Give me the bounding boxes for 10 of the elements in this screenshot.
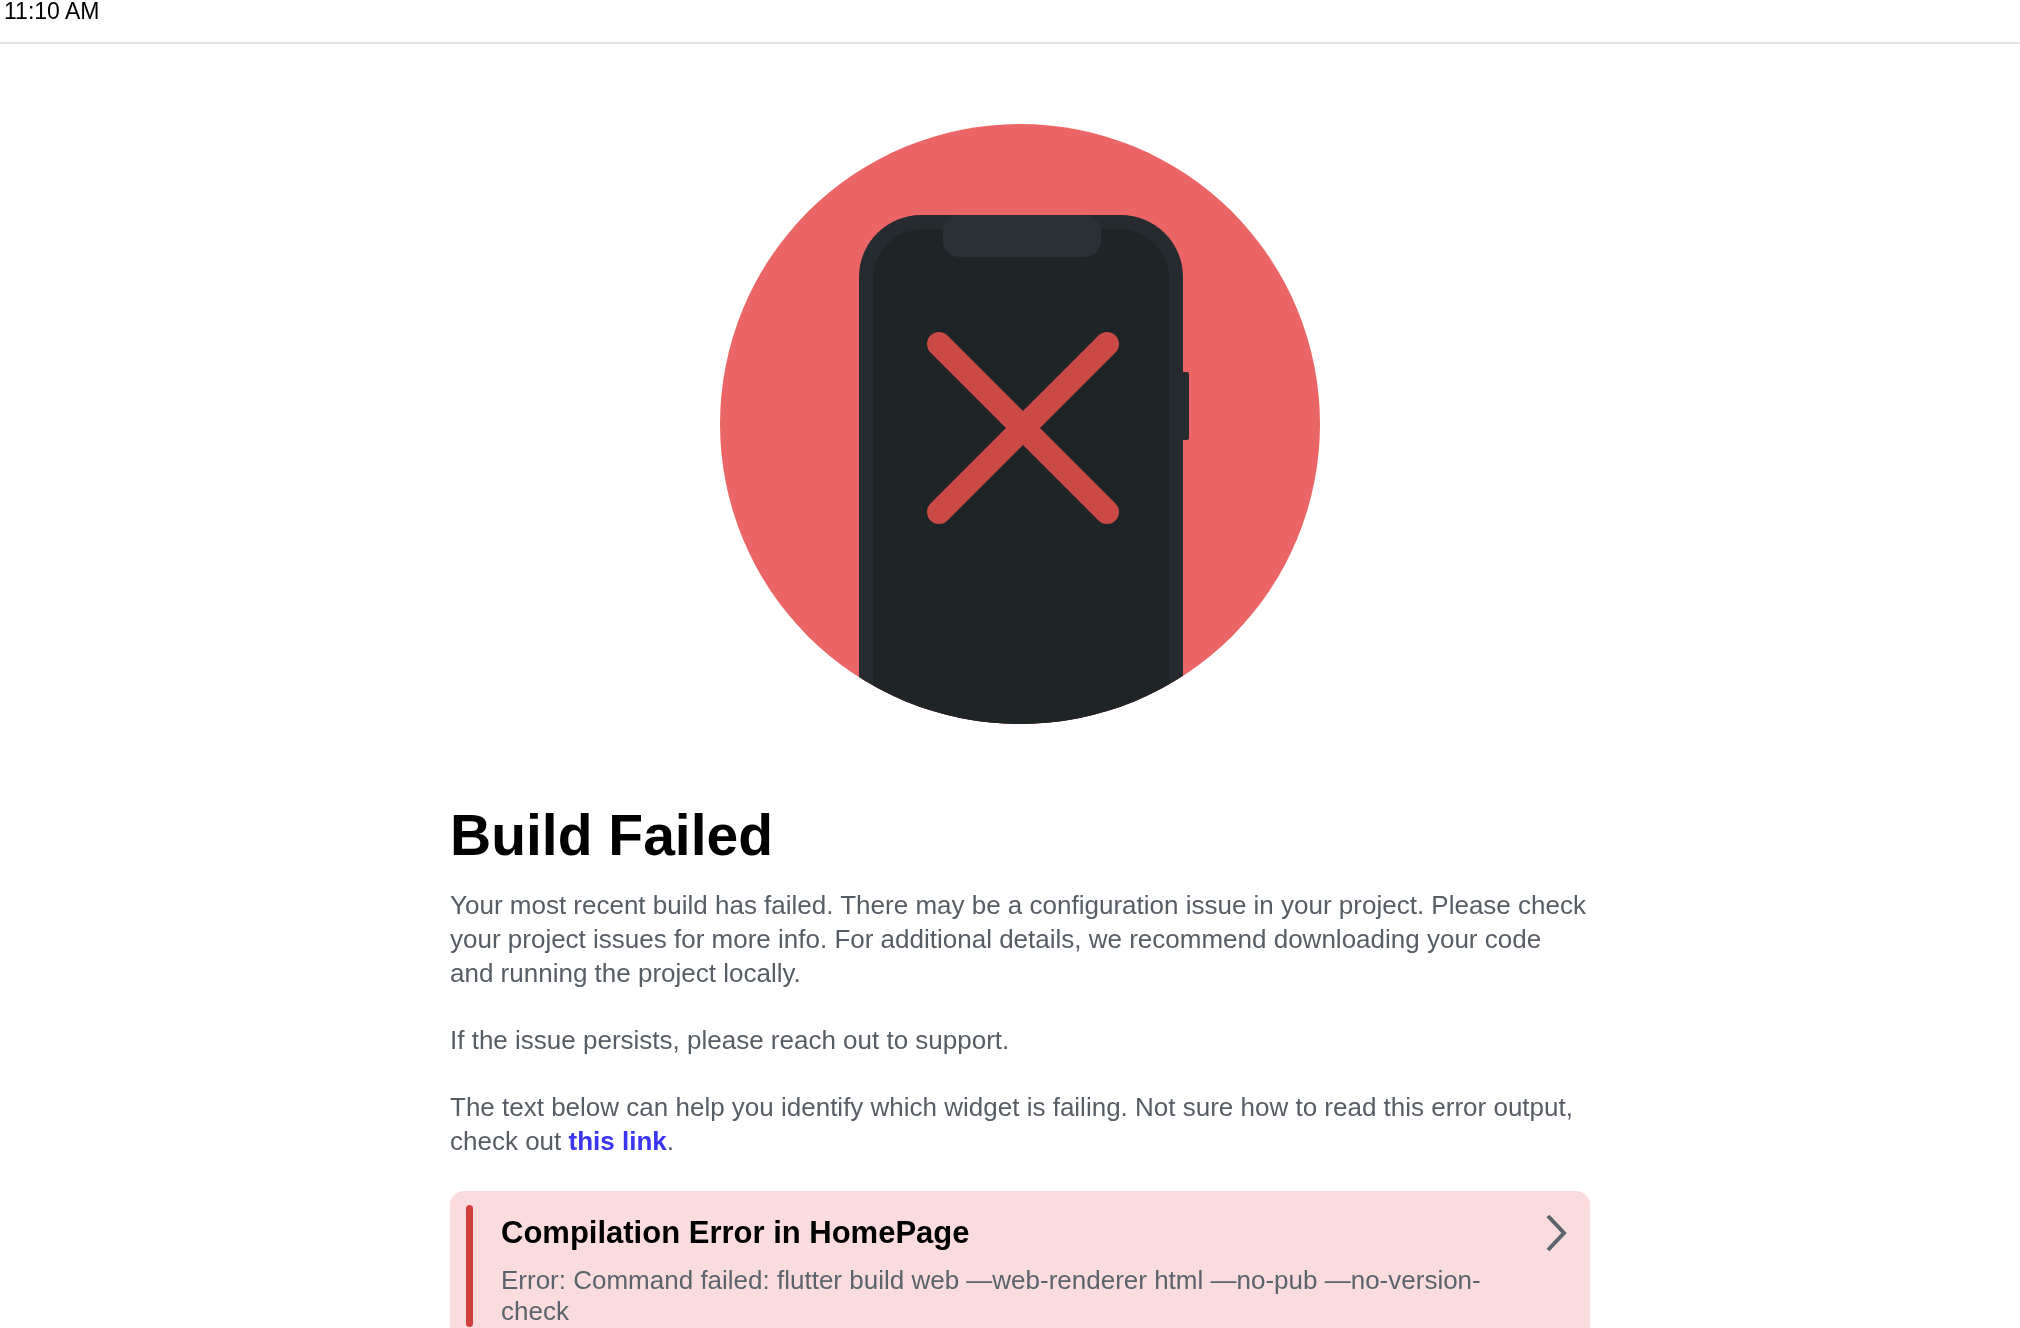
chevron-right-icon[interactable] — [1544, 1213, 1568, 1253]
time-text: 11:10 AM — [4, 0, 100, 22]
error-card[interactable]: Compilation Error in HomePage Error: Command failed: flutter build web —web-renderer html —no-pub —no-version-check — [450, 1191, 1590, 1328]
body-text: Your most recent build has failed. There may be a configuration issue in your project. Please check your project issues for more info. For additional details, we recommend downloading your code and running the project locally. — [450, 889, 1587, 990]
body-text: If the issue persists, please reach out to support. — [450, 1024, 1011, 1057]
error-message: Error: Command failed: flutter build web —web-renderer html —no-pub —no-version-check — [501, 1265, 1482, 1327]
body-text: The text below can help you identify which widget is failing. Not sure how to read this error output, check out this link. — [450, 1091, 1574, 1158]
page-title: Build Failed — [450, 802, 775, 868]
help-link[interactable]: this link — [568, 1126, 667, 1156]
error-title: Compilation Error in HomePage — [501, 1215, 971, 1251]
